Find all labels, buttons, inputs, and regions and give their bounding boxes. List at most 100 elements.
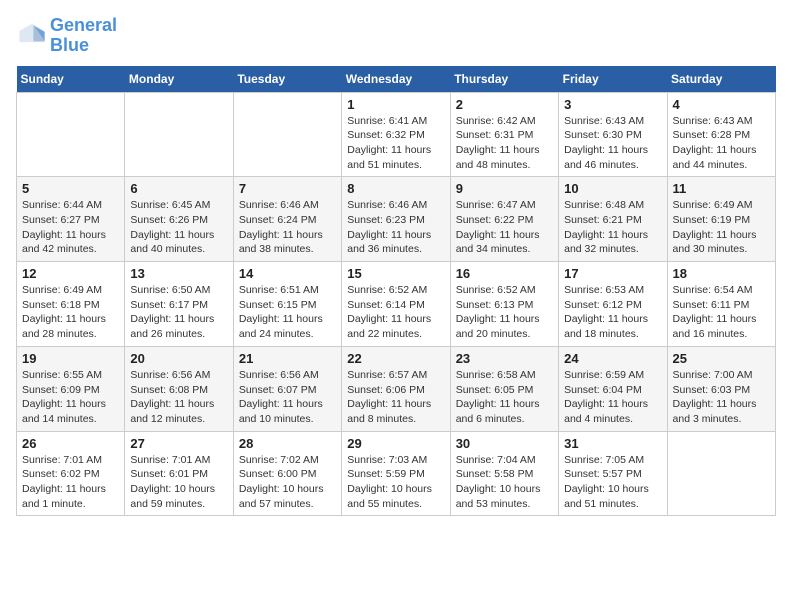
calendar-cell: 10 Sunrise: 6:48 AM Sunset: 6:21 PM Dayli… — [559, 177, 667, 262]
day-info: Sunrise: 7:00 AM Sunset: 6:03 PM Dayligh… — [673, 368, 770, 427]
calendar-week-row: 26 Sunrise: 7:01 AM Sunset: 6:02 PM Dayli… — [17, 431, 776, 516]
header-monday: Monday — [125, 66, 233, 93]
day-info: Sunrise: 6:41 AM Sunset: 6:32 PM Dayligh… — [347, 114, 444, 173]
calendar-cell: 2 Sunrise: 6:42 AM Sunset: 6:31 PM Daylig… — [450, 92, 558, 177]
day-number: 11 — [673, 181, 770, 196]
calendar-cell: 22Sunrise: 6:57 AM Sunset: 6:06 PM Dayli… — [342, 346, 450, 431]
day-info: Sunrise: 6:47 AM Sunset: 6:22 PM Dayligh… — [456, 198, 553, 257]
calendar-cell: 4 Sunrise: 6:43 AM Sunset: 6:28 PM Daylig… — [667, 92, 775, 177]
calendar-table: SundayMondayTuesdayWednesdayThursdayFrid… — [16, 66, 776, 517]
header-friday: Friday — [559, 66, 667, 93]
logo: GeneralBlue — [16, 16, 117, 56]
day-number: 30 — [456, 436, 553, 451]
day-info: Sunrise: 6:43 AM Sunset: 6:28 PM Dayligh… — [673, 114, 770, 173]
day-number: 9 — [456, 181, 553, 196]
day-number: 3 — [564, 97, 661, 112]
day-info: Sunrise: 7:01 AM Sunset: 6:02 PM Dayligh… — [22, 453, 119, 512]
calendar-cell — [17, 92, 125, 177]
day-info: Sunrise: 6:52 AM Sunset: 6:13 PM Dayligh… — [456, 283, 553, 342]
day-number: 27 — [130, 436, 227, 451]
day-info: Sunrise: 6:48 AM Sunset: 6:21 PM Dayligh… — [564, 198, 661, 257]
calendar-cell: 17Sunrise: 6:53 AM Sunset: 6:12 PM Dayli… — [559, 262, 667, 347]
calendar-cell: 27 Sunrise: 7:01 AM Sunset: 6:01 PM Dayli… — [125, 431, 233, 516]
header-sunday: Sunday — [17, 66, 125, 93]
day-number: 31 — [564, 436, 661, 451]
day-info: Sunrise: 7:03 AM Sunset: 5:59 PM Dayligh… — [347, 453, 444, 512]
calendar-cell: 8 Sunrise: 6:46 AM Sunset: 6:23 PM Daylig… — [342, 177, 450, 262]
day-info: Sunrise: 6:58 AM Sunset: 6:05 PM Dayligh… — [456, 368, 553, 427]
header-saturday: Saturday — [667, 66, 775, 93]
day-number: 26 — [22, 436, 119, 451]
day-number: 25 — [673, 351, 770, 366]
day-number: 8 — [347, 181, 444, 196]
day-number: 6 — [130, 181, 227, 196]
calendar-cell: 14 Sunrise: 6:51 AM Sunset: 6:15 PM Dayli… — [233, 262, 341, 347]
day-number: 14 — [239, 266, 336, 281]
day-number: 15 — [347, 266, 444, 281]
day-number: 10 — [564, 181, 661, 196]
day-info: Sunrise: 6:43 AM Sunset: 6:30 PM Dayligh… — [564, 114, 661, 173]
day-info: Sunrise: 7:01 AM Sunset: 6:01 PM Dayligh… — [130, 453, 227, 512]
calendar-week-row: 5Sunrise: 6:44 AM Sunset: 6:27 PM Daylig… — [17, 177, 776, 262]
day-info: Sunrise: 6:46 AM Sunset: 6:23 PM Dayligh… — [347, 198, 444, 257]
calendar-cell: 24Sunrise: 6:59 AM Sunset: 6:04 PM Dayli… — [559, 346, 667, 431]
day-number: 1 — [347, 97, 444, 112]
day-info: Sunrise: 6:54 AM Sunset: 6:11 PM Dayligh… — [673, 283, 770, 342]
day-info: Sunrise: 6:45 AM Sunset: 6:26 PM Dayligh… — [130, 198, 227, 257]
day-info: Sunrise: 6:50 AM Sunset: 6:17 PM Dayligh… — [130, 283, 227, 342]
calendar-cell: 7 Sunrise: 6:46 AM Sunset: 6:24 PM Daylig… — [233, 177, 341, 262]
day-number: 19 — [22, 351, 119, 366]
calendar-cell — [667, 431, 775, 516]
calendar-cell: 6 Sunrise: 6:45 AM Sunset: 6:26 PM Daylig… — [125, 177, 233, 262]
calendar-cell: 18Sunrise: 6:54 AM Sunset: 6:11 PM Dayli… — [667, 262, 775, 347]
day-number: 29 — [347, 436, 444, 451]
calendar-cell: 28 Sunrise: 7:02 AM Sunset: 6:00 PM Dayli… — [233, 431, 341, 516]
day-info: Sunrise: 6:51 AM Sunset: 6:15 PM Dayligh… — [239, 283, 336, 342]
logo-text: GeneralBlue — [50, 16, 117, 56]
day-number: 28 — [239, 436, 336, 451]
day-number: 7 — [239, 181, 336, 196]
header-thursday: Thursday — [450, 66, 558, 93]
calendar-cell: 5Sunrise: 6:44 AM Sunset: 6:27 PM Daylig… — [17, 177, 125, 262]
calendar-week-row: 12 Sunrise: 6:49 AM Sunset: 6:18 PM Dayli… — [17, 262, 776, 347]
day-info: Sunrise: 7:04 AM Sunset: 5:58 PM Dayligh… — [456, 453, 553, 512]
page-header: GeneralBlue — [16, 16, 776, 56]
day-info: Sunrise: 6:42 AM Sunset: 6:31 PM Dayligh… — [456, 114, 553, 173]
day-info: Sunrise: 6:53 AM Sunset: 6:12 PM Dayligh… — [564, 283, 661, 342]
day-number: 23 — [456, 351, 553, 366]
logo-icon — [18, 19, 46, 47]
calendar-cell: 20Sunrise: 6:56 AM Sunset: 6:08 PM Dayli… — [125, 346, 233, 431]
calendar-cell: 16Sunrise: 6:52 AM Sunset: 6:13 PM Dayli… — [450, 262, 558, 347]
calendar-week-row: 1 Sunrise: 6:41 AM Sunset: 6:32 PM Daylig… — [17, 92, 776, 177]
calendar-cell: 15 Sunrise: 6:52 AM Sunset: 6:14 PM Dayli… — [342, 262, 450, 347]
calendar-cell: 21 Sunrise: 6:56 AM Sunset: 6:07 PM Dayli… — [233, 346, 341, 431]
calendar-cell: 19Sunrise: 6:55 AM Sunset: 6:09 PM Dayli… — [17, 346, 125, 431]
day-number: 2 — [456, 97, 553, 112]
calendar-week-row: 19Sunrise: 6:55 AM Sunset: 6:09 PM Dayli… — [17, 346, 776, 431]
calendar-cell: 31 Sunrise: 7:05 AM Sunset: 5:57 PM Dayli… — [559, 431, 667, 516]
header-wednesday: Wednesday — [342, 66, 450, 93]
calendar-cell: 25 Sunrise: 7:00 AM Sunset: 6:03 PM Dayli… — [667, 346, 775, 431]
day-info: Sunrise: 6:59 AM Sunset: 6:04 PM Dayligh… — [564, 368, 661, 427]
day-number: 4 — [673, 97, 770, 112]
day-number: 21 — [239, 351, 336, 366]
calendar-cell — [125, 92, 233, 177]
calendar-header-row: SundayMondayTuesdayWednesdayThursdayFrid… — [17, 66, 776, 93]
day-info: Sunrise: 6:56 AM Sunset: 6:07 PM Dayligh… — [239, 368, 336, 427]
calendar-cell: 29 Sunrise: 7:03 AM Sunset: 5:59 PM Dayli… — [342, 431, 450, 516]
calendar-cell: 1 Sunrise: 6:41 AM Sunset: 6:32 PM Daylig… — [342, 92, 450, 177]
calendar-cell: 13 Sunrise: 6:50 AM Sunset: 6:17 PM Dayli… — [125, 262, 233, 347]
day-info: Sunrise: 7:05 AM Sunset: 5:57 PM Dayligh… — [564, 453, 661, 512]
day-info: Sunrise: 6:57 AM Sunset: 6:06 PM Dayligh… — [347, 368, 444, 427]
day-info: Sunrise: 6:49 AM Sunset: 6:18 PM Dayligh… — [22, 283, 119, 342]
day-info: Sunrise: 6:46 AM Sunset: 6:24 PM Dayligh… — [239, 198, 336, 257]
day-number: 5 — [22, 181, 119, 196]
day-number: 13 — [130, 266, 227, 281]
calendar-cell: 12 Sunrise: 6:49 AM Sunset: 6:18 PM Dayli… — [17, 262, 125, 347]
calendar-cell — [233, 92, 341, 177]
calendar-cell: 30 Sunrise: 7:04 AM Sunset: 5:58 PM Dayli… — [450, 431, 558, 516]
day-info: Sunrise: 6:52 AM Sunset: 6:14 PM Dayligh… — [347, 283, 444, 342]
day-number: 12 — [22, 266, 119, 281]
calendar-cell: 26 Sunrise: 7:01 AM Sunset: 6:02 PM Dayli… — [17, 431, 125, 516]
day-info: Sunrise: 7:02 AM Sunset: 6:00 PM Dayligh… — [239, 453, 336, 512]
